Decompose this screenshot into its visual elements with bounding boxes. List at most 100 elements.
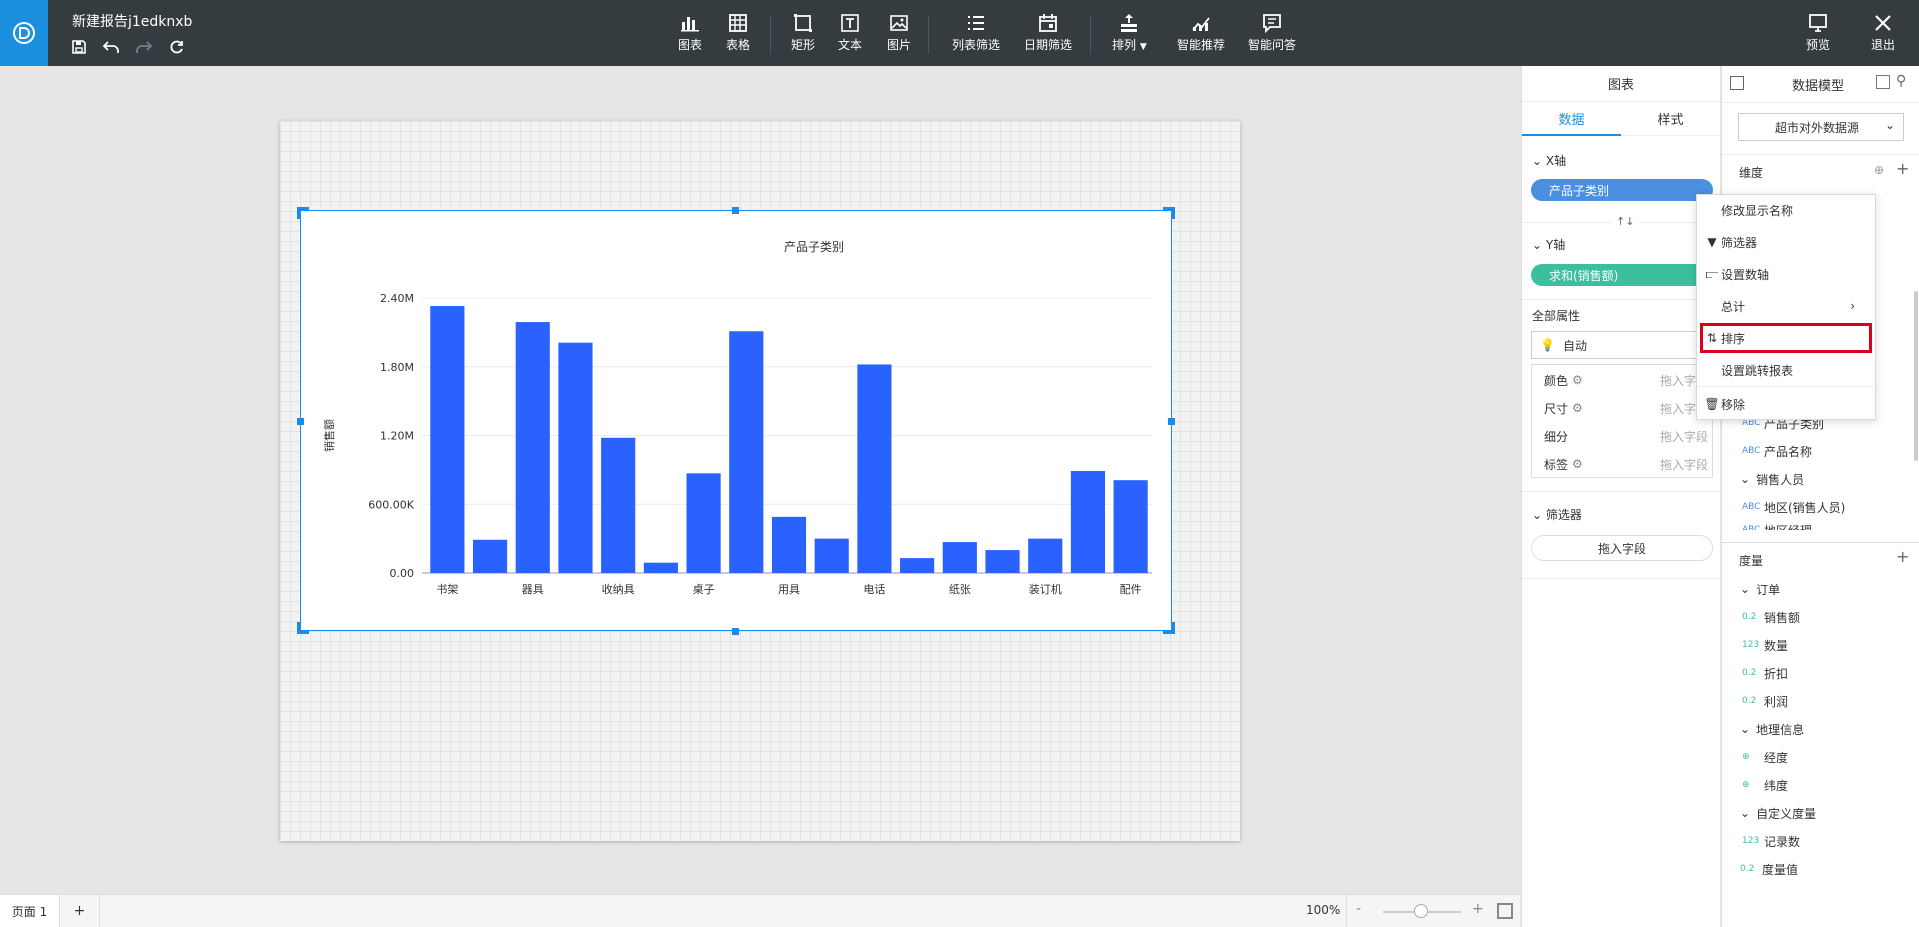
divider — [1722, 102, 1919, 103]
chevron-down-icon: ⌄ — [1740, 582, 1751, 596]
report-title[interactable]: 新建报告j1edknxb — [72, 11, 192, 31]
mark-type-select[interactable]: 💡 自动 — [1531, 331, 1713, 359]
scrollbar[interactable] — [1914, 291, 1918, 461]
field-group[interactable]: ⌄ 地理信息 — [1740, 719, 1804, 739]
undo-icon[interactable] — [100, 36, 122, 58]
resize-handle-right[interactable] — [1168, 418, 1175, 425]
menu-item-set-axis[interactable]: ⫍ 设置数轴 — [1697, 259, 1875, 289]
field-group[interactable]: ⌄ 自定义度量 — [1740, 803, 1816, 823]
field-item[interactable]: 0.2 销售额 — [1742, 607, 1800, 627]
page-tab[interactable]: 页面 1 — [0, 895, 60, 927]
y-field-pill[interactable]: 求和(销售额) — [1531, 264, 1713, 286]
menu-item-jump-report[interactable]: 设置跳转报表 — [1697, 355, 1875, 385]
y-axis-section[interactable]: ⌄ Y轴 — [1532, 236, 1565, 253]
field-item[interactable]: ⊕ 纬度 — [1742, 775, 1788, 795]
tool-smart-recommend-button[interactable]: 智能推荐 — [1177, 12, 1225, 58]
field-label: 度量值 — [1762, 862, 1799, 877]
resize-handle-top-right[interactable] — [1163, 207, 1175, 219]
axis-icon: ⫍ — [1705, 266, 1719, 281]
menu-item-remove[interactable]: 🗑 移除 — [1697, 389, 1875, 419]
zoom-slider-thumb[interactable] — [1414, 904, 1428, 918]
table-icon — [729, 14, 747, 32]
tool-chart-button[interactable]: 图表 — [678, 12, 702, 58]
chevron-down-icon: ⌄ — [1884, 118, 1895, 132]
field-item[interactable]: ABC 地区(销售人员) — [1742, 497, 1845, 517]
tool-label: 智能问答 — [1248, 38, 1297, 52]
prop-label[interactable]: 标签 ⚙ 拖入字段 — [1532, 450, 1722, 478]
prop-color[interactable]: 颜色 ⚙ 拖入字段 — [1532, 366, 1722, 394]
prop-detail[interactable]: 细分 拖入字段 — [1532, 422, 1722, 450]
field-item[interactable]: 0.2 利润 — [1742, 691, 1788, 711]
field-item[interactable]: 0.2 折扣 — [1742, 663, 1788, 683]
y-tick-label: 1.80M — [380, 361, 414, 374]
field-item[interactable]: ⊕ 经度 — [1742, 747, 1788, 767]
toolbar-divider — [928, 16, 929, 54]
add-page-button[interactable]: + — [60, 895, 100, 927]
field-item[interactable]: ABC 产品名称 — [1742, 441, 1812, 461]
resize-handle-top-left[interactable] — [297, 207, 309, 219]
tool-label: 文本 — [838, 38, 863, 52]
field-label: 记录数 — [1764, 834, 1801, 849]
tab-style[interactable]: 样式 — [1621, 102, 1720, 136]
datasource-select[interactable]: 超市对外数据源 ⌄ — [1738, 113, 1904, 141]
menu-label: 修改显示名称 — [1721, 203, 1794, 218]
menu-item-sort[interactable]: ⇅ 排序 — [1697, 323, 1875, 353]
field-label: 纬度 — [1764, 778, 1789, 793]
table-view-icon[interactable] — [1876, 75, 1890, 89]
field-item[interactable]: 0.2 度量值 — [1740, 859, 1798, 879]
exit-label: 退出 — [1871, 38, 1896, 52]
filter-drop-zone[interactable]: 拖入字段 — [1531, 535, 1713, 561]
preview-label: 预览 — [1806, 38, 1831, 52]
field-item[interactable]: 123 数量 — [1742, 635, 1788, 655]
resize-handle-left[interactable] — [297, 418, 304, 425]
collapse-panel-icon[interactable] — [1730, 76, 1744, 90]
caret-down-icon: ▼ — [1139, 42, 1147, 52]
preview-button[interactable]: 预览 — [1806, 12, 1830, 58]
text-icon — [841, 14, 859, 32]
resize-handle-bottom-right[interactable] — [1163, 622, 1175, 634]
x-axis-label: X轴 — [1545, 154, 1567, 168]
field-item[interactable]: 123 记录数 — [1742, 831, 1800, 851]
tab-data[interactable]: 数据 — [1522, 102, 1621, 136]
menu-item-filter[interactable]: ▼ 筛选器 — [1697, 227, 1875, 257]
divider — [1722, 542, 1919, 543]
field-group[interactable]: ⌄ 销售人员 — [1740, 469, 1804, 489]
tool-table-button[interactable]: 表格 — [726, 12, 750, 58]
redo-icon[interactable] — [133, 36, 155, 58]
tool-text-button[interactable]: 文本 — [838, 12, 862, 58]
menu-item-total[interactable]: 总计 › — [1697, 291, 1875, 321]
bar-2 — [472, 539, 508, 573]
x-field-pill[interactable]: 产品子类别 — [1531, 179, 1713, 201]
menu-item-rename[interactable]: 修改显示名称 — [1697, 195, 1875, 225]
prop-size[interactable]: 尺寸 ⚙ 拖入字段 — [1532, 394, 1722, 422]
field-group[interactable]: ⌄ 订单 — [1740, 579, 1780, 599]
globe-icon[interactable]: ⊕ — [1874, 163, 1884, 177]
swap-axis-icon[interactable]: ↑↓ — [1612, 215, 1639, 228]
zoom-out-button[interactable]: - — [1356, 901, 1361, 917]
divider — [1346, 895, 1347, 927]
save-icon[interactable] — [68, 36, 90, 58]
add-dimension-button[interactable]: + — [1896, 159, 1909, 178]
tool-date-filter-button[interactable]: 日期筛选 — [1024, 12, 1072, 58]
tool-list-filter-button[interactable]: 列表筛选 — [952, 12, 1000, 58]
add-measure-button[interactable]: + — [1896, 547, 1909, 566]
resize-handle-bottom[interactable] — [732, 628, 739, 635]
resize-handle-bottom-left[interactable] — [297, 622, 309, 634]
tool-arrange-button[interactable]: 排列 ▼ — [1112, 12, 1147, 58]
tool-image-button[interactable]: 图片 — [887, 12, 911, 58]
zoom-in-button[interactable]: + — [1472, 901, 1484, 917]
filter-section[interactable]: ⌄ 筛选器 — [1532, 506, 1582, 523]
fit-screen-icon[interactable] — [1497, 903, 1513, 919]
resize-handle-top[interactable] — [732, 207, 739, 214]
mark-type-value: 自动 — [1562, 338, 1587, 353]
refresh-icon[interactable] — [166, 36, 188, 58]
bar-17 — [1113, 480, 1148, 573]
exit-button[interactable]: 退出 — [1871, 12, 1895, 58]
x-axis-section[interactable]: ⌄ X轴 — [1532, 152, 1566, 169]
search-icon[interactable]: ⚲ — [1896, 73, 1906, 89]
tool-smart-qa-button[interactable]: 智能问答 — [1248, 12, 1296, 58]
field-item[interactable]: ABC地区经理 — [1742, 520, 1812, 531]
tool-rect-button[interactable]: 矩形 — [791, 12, 815, 58]
chart-widget[interactable]: 产品子类别 销售额 0.00 600.00K 1.20M 1.80M 2.40M 书架 器具 收纳… — [300, 210, 1172, 631]
app-logo-icon[interactable] — [0, 0, 48, 66]
